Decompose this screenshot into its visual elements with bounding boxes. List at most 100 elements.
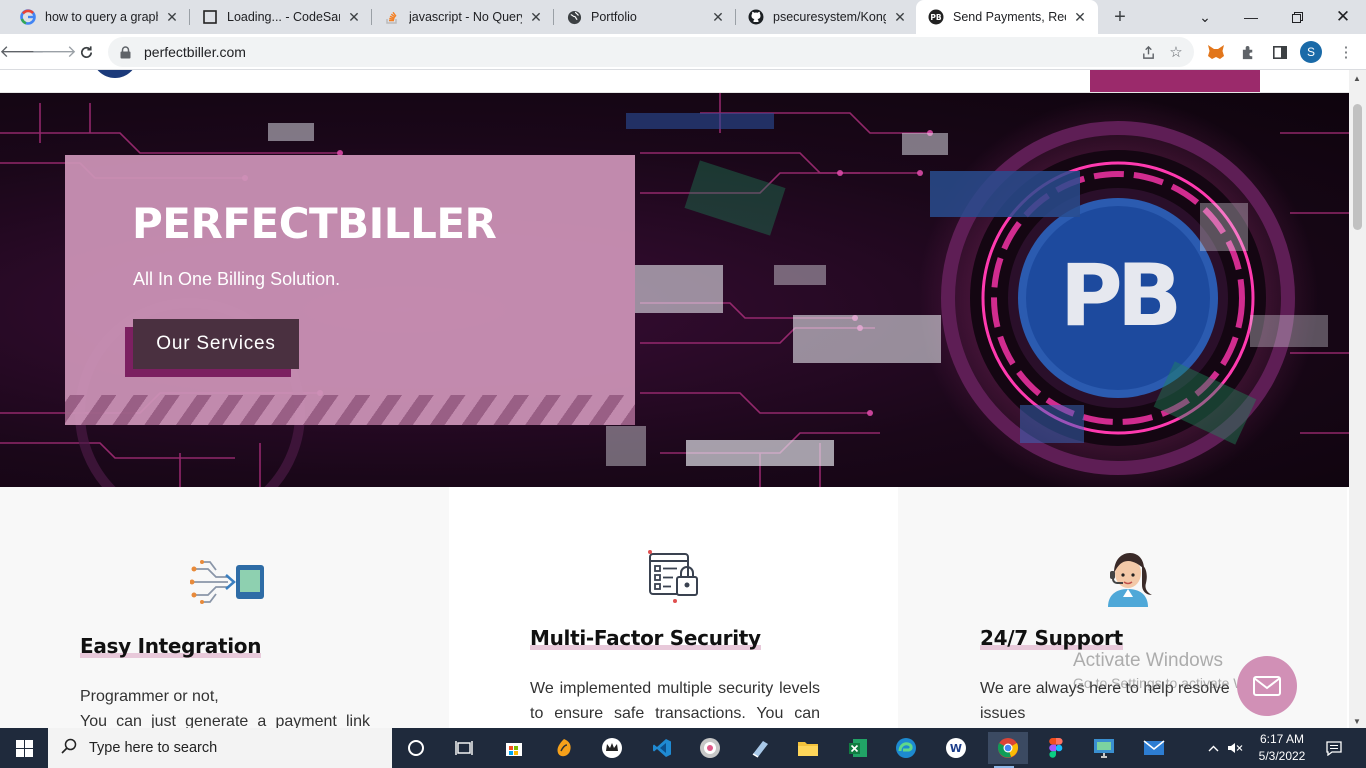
stripe-decoration: [65, 395, 635, 425]
bookmark-star-icon[interactable]: ☆: [1162, 38, 1190, 66]
close-icon[interactable]: ✕: [528, 9, 544, 25]
tab-codesandbox[interactable]: Loading... - CodeSand ✕: [190, 0, 372, 34]
taskbar-search-box[interactable]: Type here to search: [48, 728, 392, 768]
clock-time: 6:17 AM: [1259, 732, 1305, 746]
lock-icon[interactable]: [120, 45, 134, 59]
search-placeholder: Type here to search: [89, 740, 218, 756]
forward-arrow-icon[interactable]: 🡒: [31, 38, 77, 66]
svg-text:PB: PB: [930, 13, 941, 22]
tab-title: javascript - No QueryC: [409, 10, 522, 24]
page-viewport: PB PERFECTBILLER All In One Billing Solu…: [0, 70, 1366, 728]
menu-kebab-icon[interactable]: ⋮: [1334, 40, 1358, 64]
close-icon[interactable]: ✕: [710, 9, 726, 25]
notes-app-icon[interactable]: [744, 732, 776, 764]
reload-icon[interactable]: [72, 38, 100, 66]
feature-card-integration: Easy Integration Programmer or not, You …: [0, 487, 449, 728]
hero-card: PERFECTBILLER All In One Billing Solutio…: [65, 155, 635, 425]
chrome-icon[interactable]: [988, 732, 1028, 768]
close-icon[interactable]: ✕: [892, 9, 908, 25]
new-tab-button[interactable]: +: [1108, 5, 1132, 29]
edge-icon[interactable]: [890, 732, 922, 764]
features-section: Easy Integration Programmer or not, You …: [0, 487, 1349, 728]
close-icon[interactable]: ✕: [1072, 9, 1088, 25]
windows-taskbar: Type here to search W 6:17 AM 5/3/2022: [0, 728, 1366, 768]
mail-icon: [1253, 676, 1281, 696]
github-icon: [748, 9, 764, 25]
close-icon[interactable]: ✕: [346, 9, 362, 25]
mail-app-icon[interactable]: [1138, 732, 1170, 764]
cortana-icon[interactable]: [400, 732, 432, 764]
tab-strip: how to query a graphq ✕ Loading... - Cod…: [0, 0, 1366, 34]
chat-button[interactable]: [1237, 656, 1297, 716]
task-view-icon[interactable]: [448, 732, 480, 764]
url-text[interactable]: perfectbiller.com: [144, 44, 1134, 60]
browser-toolbar: 🡐 🡒 perfectbiller.com ☆ S ⋮: [0, 34, 1366, 70]
integration-icon: [189, 557, 266, 612]
fl-studio-icon[interactable]: [548, 732, 580, 764]
scroll-up-arrow-icon[interactable]: ▲: [1353, 74, 1361, 83]
tab-title: Portfolio: [591, 10, 637, 24]
tab-title: psecuresystem/Konga: [773, 10, 886, 24]
feature-title: 24/7 Support: [980, 626, 1123, 650]
remote-desktop-icon[interactable]: [1088, 732, 1120, 764]
feature-description: We implemented multiple security levels …: [530, 680, 820, 722]
page-scrollbar[interactable]: ▲ ▼: [1349, 70, 1366, 728]
notification-icon[interactable]: [1320, 728, 1348, 768]
tab-stackoverflow[interactable]: javascript - No QueryC ✕: [372, 0, 554, 34]
google-icon: [20, 9, 36, 25]
pb-logo-text: PB: [1060, 246, 1177, 346]
side-panel-icon[interactable]: [1268, 40, 1292, 64]
profile-avatar[interactable]: S: [1300, 41, 1322, 63]
chevron-up-icon[interactable]: [1202, 728, 1224, 768]
svg-text:W: W: [950, 742, 962, 755]
clock-date: 5/3/2022: [1258, 749, 1306, 763]
figma-icon[interactable]: [1040, 732, 1072, 764]
media-player-icon[interactable]: [694, 732, 726, 764]
hero-banner: PB PERFECTBILLER All In One Billing Solu…: [0, 93, 1349, 487]
codesandbox-icon: [202, 9, 218, 25]
tab-portfolio[interactable]: Portfolio ✕: [554, 0, 736, 34]
security-lock-icon: [647, 549, 699, 610]
tab-title: Loading... - CodeSand: [227, 10, 340, 24]
windows-start-icon[interactable]: [0, 728, 48, 768]
close-window-button[interactable]: ✕: [1320, 0, 1366, 34]
scroll-down-arrow-icon[interactable]: ▼: [1353, 717, 1361, 726]
support-agent-icon: [1098, 549, 1158, 612]
taskbar-clock[interactable]: 6:17 AM 5/3/2022: [1250, 731, 1314, 765]
tab-google-search[interactable]: how to query a graphq ✕: [8, 0, 190, 34]
tab-github[interactable]: psecuresystem/Konga ✕: [736, 0, 918, 34]
feature-card-security: Multi-Factor Security We implemented mul…: [449, 487, 898, 728]
our-services-button[interactable]: Our Services: [133, 319, 299, 369]
hero-title: PERFECTBILLER: [132, 199, 497, 248]
file-explorer-icon[interactable]: [792, 732, 824, 764]
site-logo[interactable]: [92, 70, 138, 78]
tab-search-chevron-icon[interactable]: ⌄: [1182, 0, 1228, 34]
stackoverflow-icon: [384, 9, 400, 25]
pb-icon: PB: [928, 9, 944, 25]
scrollbar-thumb[interactable]: [1353, 104, 1362, 230]
globe-icon: [566, 9, 582, 25]
extensions-puzzle-icon[interactable]: [1236, 40, 1260, 64]
feature-title: Multi-Factor Security: [530, 626, 761, 650]
app-crown-icon[interactable]: [596, 732, 628, 764]
store-icon[interactable]: [498, 732, 530, 764]
close-icon[interactable]: ✕: [164, 9, 180, 25]
excel-icon[interactable]: [842, 732, 874, 764]
site-header: [0, 70, 1349, 93]
tab-perfectbiller[interactable]: PB Send Payments, Receiv ✕: [916, 0, 1098, 34]
search-icon: [61, 738, 81, 758]
tab-title: how to query a graphq: [45, 10, 158, 24]
feature-description: Programmer or not, You can just generate…: [80, 688, 370, 728]
restore-button[interactable]: [1274, 0, 1320, 34]
header-cta-button[interactable]: [1090, 70, 1260, 93]
metamask-icon[interactable]: [1204, 40, 1228, 64]
address-bar[interactable]: perfectbiller.com ☆: [108, 37, 1194, 67]
share-icon[interactable]: [1134, 38, 1162, 66]
tab-title: Send Payments, Receiv: [953, 10, 1066, 24]
vscode-icon[interactable]: [646, 732, 678, 764]
feature-title: Easy Integration: [80, 634, 262, 658]
hero-subtitle: All In One Billing Solution.: [133, 269, 341, 289]
minimize-button[interactable]: —: [1228, 0, 1274, 34]
app-w-icon[interactable]: W: [940, 732, 972, 764]
volume-muted-icon[interactable]: [1224, 728, 1246, 768]
